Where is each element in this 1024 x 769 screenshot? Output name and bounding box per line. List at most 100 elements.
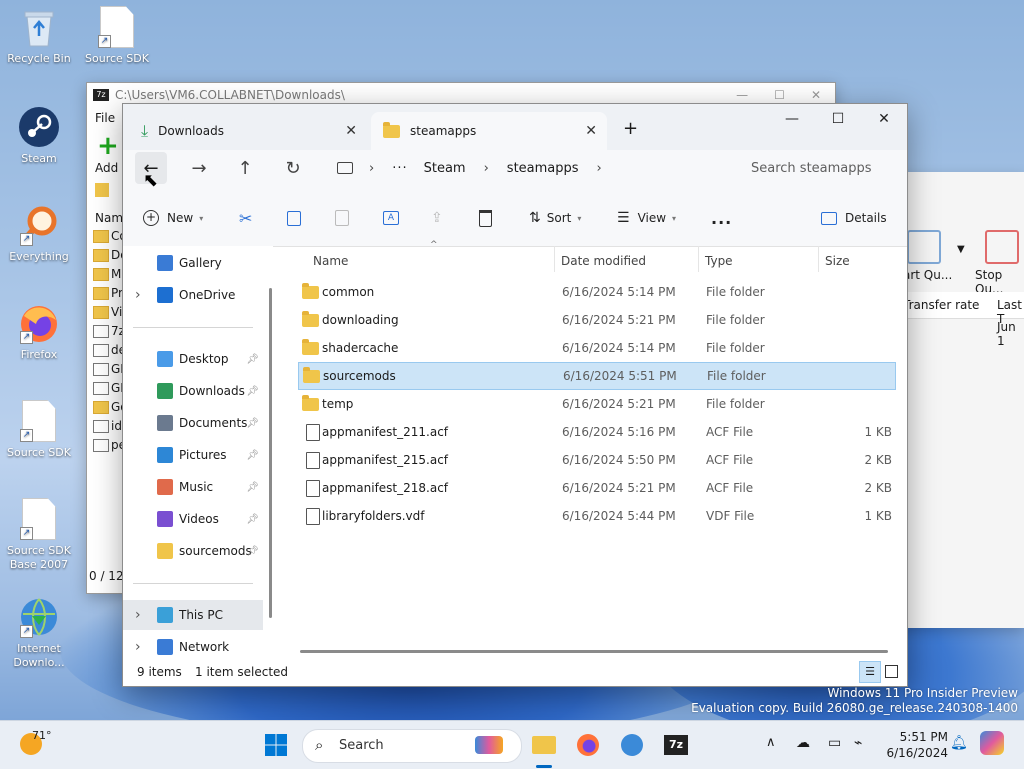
taskbar-clock[interactable]: 5:51 PM 6/16/2024 [882, 729, 948, 761]
transfer-rate-column[interactable]: Transfer rate [903, 298, 979, 312]
sort-button[interactable]: ⇅ Sort ▾ [529, 190, 581, 246]
file-explorer-window[interactable]: ⤓ Downloads ✕ steamapps ✕ + — ☐ ✕ ← → ↑ … [122, 103, 908, 687]
sidebar-item-this-pc[interactable]: › This PC [123, 600, 263, 630]
sidebar-item-onedrive[interactable]: › OneDrive [123, 280, 263, 310]
forward-arrow-icon[interactable]: → [183, 152, 215, 184]
sidebar-item-videos[interactable]: Videos 📌︎ [123, 504, 263, 534]
taskbar-firefox[interactable] [572, 729, 604, 761]
close-icon[interactable]: ✕ [811, 88, 821, 102]
pin-icon[interactable]: 📌︎ [246, 450, 259, 461]
delete-icon[interactable] [479, 190, 492, 246]
chevron-right-icon[interactable]: › [597, 161, 602, 176]
cut-icon[interactable]: ✂ [239, 190, 252, 246]
dropdown-arrow-icon[interactable]: ▼ [957, 244, 965, 255]
desktop-icon-steam[interactable]: Steam [0, 106, 80, 166]
desktop-icon-source-sdk[interactable]: ↗ Source SDK [0, 400, 80, 460]
chevron-right-icon[interactable]: › [135, 287, 141, 303]
pin-icon[interactable]: 📌︎ [246, 418, 259, 429]
desktop-icon-source-sdk-top[interactable]: ↗ Source SDK [76, 6, 158, 66]
column-date-modified[interactable]: Date modified [561, 254, 646, 268]
taskbar-search-box[interactable]: ⌕ Search [302, 729, 522, 763]
taskbar-file-explorer[interactable] [528, 729, 560, 761]
breadcrumb-steamapps[interactable]: steamapps [507, 161, 579, 176]
horizontal-scrollbar[interactable] [300, 650, 888, 653]
share-icon[interactable]: ⇪ [431, 190, 443, 246]
pin-icon[interactable]: 📌︎ [246, 386, 259, 397]
taskbar-7zip[interactable]: 7z [660, 729, 692, 761]
up-arrow-icon[interactable]: ↑ [229, 152, 261, 184]
details-view-icon[interactable]: ☰ [859, 661, 881, 683]
file-row[interactable]: appmanifest_211.acf 6/16/2024 5:16 PM ACF … [298, 418, 896, 446]
paste-icon[interactable] [335, 190, 349, 246]
7zip-list-item[interactable]: GI [93, 381, 124, 395]
file-row[interactable]: appmanifest_215.acf 6/16/2024 5:50 PM ACF … [298, 446, 896, 474]
desktop-icon-everything[interactable]: ↗ Everything [0, 204, 80, 264]
file-row[interactable]: shadercache 6/16/2024 5:14 PM File folder [298, 334, 896, 362]
file-row[interactable]: temp 6/16/2024 5:21 PM File folder [298, 390, 896, 418]
chevron-right-icon[interactable]: › [135, 607, 141, 623]
7zip-list-item[interactable]: idi [93, 419, 125, 433]
notification-bell-icon[interactable]: 🔔︎ [950, 735, 968, 751]
new-tab-icon[interactable]: + [623, 118, 638, 139]
7zip-list-item[interactable]: 7z [93, 324, 125, 338]
breadcrumb[interactable]: › ··· Steam › steamapps › [327, 152, 731, 184]
desktop-icon-internet-download-manager[interactable]: ↗ Internet Downlo... [0, 596, 80, 670]
7zip-list-item[interactable]: Mi [93, 267, 125, 281]
sidebar-item-gallery[interactable]: Gallery [123, 248, 263, 278]
column-type[interactable]: Type [705, 254, 733, 268]
close-tab-icon[interactable]: ✕ [585, 123, 597, 139]
file-row[interactable]: appmanifest_218.acf 6/16/2024 5:21 PM ACF … [298, 474, 896, 502]
new-button[interactable]: + New ▾ [143, 190, 203, 246]
pin-icon[interactable]: 📌︎ [246, 514, 259, 525]
taskbar-download-manager[interactable] [616, 729, 648, 761]
rename-icon[interactable]: A [383, 190, 399, 246]
desktop-icon-source-sdk-base[interactable]: ↗ Source SDK Base 2007 [0, 498, 80, 572]
7zip-list-item[interactable]: Pr [93, 286, 123, 300]
network-status-icon[interactable]: ⌁ [854, 735, 862, 751]
sidebar-item-desktop[interactable]: Desktop 📌︎ [123, 344, 263, 374]
details-button[interactable]: Details [821, 190, 887, 246]
close-tab-icon[interactable]: ✕ [345, 123, 357, 139]
sidebar-item-documents[interactable]: Documents 📌︎ [123, 408, 263, 438]
pin-icon[interactable]: 📌︎ [246, 546, 259, 557]
start-button[interactable] [260, 729, 292, 761]
display-icon[interactable]: ▭ [828, 735, 841, 751]
desktop-icon-firefox[interactable]: ↗ Firefox [0, 302, 80, 362]
7zip-list-item[interactable]: Vi [93, 305, 122, 319]
tiles-view-icon[interactable] [885, 665, 898, 678]
desktop-icon-recycle-bin[interactable]: Recycle Bin [0, 6, 80, 66]
close-window-icon[interactable]: ✕ [861, 104, 907, 134]
file-row[interactable]: libraryfolders.vdf 6/16/2024 5:44 PM VDF F… [298, 502, 896, 530]
file-row[interactable]: sourcemods 6/16/2024 5:51 PM File folder [298, 362, 896, 390]
refresh-icon[interactable]: ↻ [277, 152, 309, 184]
copy-icon[interactable] [287, 190, 301, 246]
minimize-icon[interactable]: — [769, 104, 815, 134]
7zip-menu-file[interactable]: File [95, 111, 115, 125]
cloud-off-icon[interactable]: ☁ [796, 735, 810, 751]
maximize-icon[interactable]: ☐ [774, 88, 785, 102]
tab-downloads[interactable]: ⤓ Downloads ✕ [131, 112, 367, 150]
sidebar-item-music[interactable]: Music 📌︎ [123, 472, 263, 502]
start-queue-button[interactable]: art Qu... [903, 268, 952, 282]
more-options-icon[interactable]: ... [711, 190, 732, 246]
7zip-list-item[interactable]: GI [93, 362, 124, 376]
minimize-icon[interactable]: — [736, 88, 748, 102]
breadcrumb-steam[interactable]: Steam [424, 161, 466, 176]
chevron-up-icon[interactable]: ∧ [766, 735, 776, 750]
sidebar-item-pictures[interactable]: Pictures 📌︎ [123, 440, 263, 470]
tab-steamapps[interactable]: steamapps ✕ [371, 112, 607, 150]
chevron-right-icon[interactable]: › [135, 639, 141, 655]
file-row[interactable]: common 6/16/2024 5:14 PM File folder [298, 278, 896, 306]
weather-temp[interactable]: 71° [32, 729, 52, 742]
pin-icon[interactable]: 📌︎ [246, 482, 259, 493]
7zip-add-button[interactable]: Add [95, 161, 118, 175]
copilot-icon[interactable] [980, 731, 1004, 755]
up-folder-icon[interactable] [95, 183, 109, 197]
column-size[interactable]: Size [825, 254, 850, 268]
search-input[interactable]: Search steamapps [739, 152, 899, 184]
maximize-icon[interactable]: ☐ [815, 104, 861, 134]
view-button[interactable]: ☰ View ▾ [617, 190, 676, 246]
file-row[interactable]: downloading 6/16/2024 5:21 PM File folder [298, 306, 896, 334]
overflow-dots-icon[interactable]: ··· [392, 161, 407, 176]
pin-icon[interactable]: 📌︎ [246, 354, 259, 365]
